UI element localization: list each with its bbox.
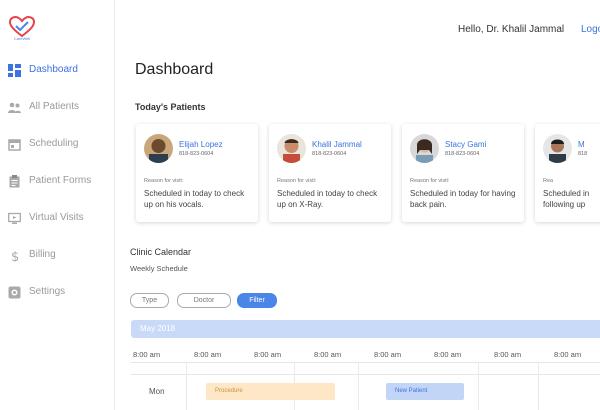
type-filter-button[interactable]: Type: [130, 293, 169, 308]
sidebar-item-label: Settings: [29, 286, 65, 297]
time-slot-label: 8:00 am: [133, 350, 160, 359]
time-slot-label: 8:00 am: [434, 350, 461, 359]
calendar-title: Clinic Calendar: [130, 247, 191, 257]
patient-name[interactable]: Khalil Jammal: [312, 140, 362, 149]
reason-label: Reason for visit:: [277, 178, 316, 184]
sidebar-item-all-patients[interactable]: All Patients: [0, 98, 114, 118]
avatar: [144, 134, 173, 163]
heart-logo-icon: [9, 16, 35, 38]
patient-photo-icon: [543, 134, 572, 163]
sidebar-item-label: All Patients: [29, 101, 79, 112]
reason-label: Reason for visit:: [410, 178, 449, 184]
time-slot-label: 8:00 am: [194, 350, 221, 359]
user-greeting: Hello, Dr. Khalil Jammal: [458, 24, 564, 35]
reason-label: Rea: [543, 178, 553, 184]
logo-text: CareWell: [9, 36, 35, 41]
patient-phone: 818-823-0604: [179, 151, 213, 157]
gear-icon: [8, 286, 21, 299]
month-label: May 2018: [140, 324, 175, 333]
logo[interactable]: CareWell: [9, 16, 35, 46]
page-title: Dashboard: [135, 61, 213, 79]
sidebar-item-billing[interactable]: $ Billing: [0, 246, 114, 266]
clipboard-icon: [8, 175, 21, 188]
sidebar: CareWell Dashboard All Patients Scheduli…: [0, 0, 115, 410]
logout-link[interactable]: Logo: [581, 24, 600, 35]
patient-phone: 818-823-0604: [445, 151, 479, 157]
patient-name[interactable]: Elijah Lopez: [179, 140, 223, 149]
reason-label: Reason for visit:: [144, 178, 183, 184]
time-slot-label: 8:00 am: [374, 350, 401, 359]
calendar-event-new-patient[interactable]: New Patient: [386, 383, 464, 400]
day-label: Mon: [149, 387, 165, 396]
sidebar-item-label: Patient Forms: [29, 175, 91, 186]
time-slot-label: 8:00 am: [314, 350, 341, 359]
patient-card[interactable]: Stacy Gami 818-823-0604 Reason for visit…: [402, 124, 524, 222]
sidebar-item-scheduling[interactable]: Scheduling: [0, 135, 114, 155]
dollar-icon: $: [8, 249, 21, 262]
patient-photo-icon: [144, 134, 173, 163]
patient-photo-icon: [410, 134, 439, 163]
time-slot-label: 8:00 am: [494, 350, 521, 359]
sidebar-item-label: Virtual Visits: [29, 212, 84, 223]
sidebar-item-virtual-visits[interactable]: Virtual Visits: [0, 209, 114, 229]
sidebar-item-label: Billing: [29, 249, 56, 260]
svg-text:$: $: [11, 250, 19, 262]
calendar-subtitle: Weekly Schedule: [130, 264, 188, 273]
calendar-grid-line: [131, 362, 600, 363]
patients-icon: [8, 101, 21, 114]
sidebar-item-settings[interactable]: Settings: [0, 283, 114, 303]
video-icon: [8, 212, 21, 225]
reason-text: Scheduled in today to check up on his vo…: [144, 188, 254, 210]
patient-phone: 818-823-0604: [312, 151, 346, 157]
calendar-grid-line: [538, 362, 539, 410]
time-slot-label: 8:00 am: [254, 350, 281, 359]
patient-card[interactable]: Khalil Jammal 818-823-0604 Reason for vi…: [269, 124, 391, 222]
avatar: [410, 134, 439, 163]
patient-name[interactable]: Stacy Gami: [445, 140, 486, 149]
time-slot-label: 8:00 am: [554, 350, 581, 359]
calendar-grid-line: [478, 362, 479, 410]
todays-patients-title: Today's Patients: [135, 102, 206, 112]
calendar-grid-line: [186, 362, 187, 410]
reason-text: Scheduled in today to check up on X-Ray.: [277, 188, 387, 210]
sidebar-item-label: Scheduling: [29, 138, 78, 149]
calendar-event-procedure[interactable]: Procedure: [206, 383, 335, 400]
avatar: [277, 134, 306, 163]
patient-card[interactable]: M 818 Rea Scheduled in following up: [535, 124, 600, 222]
calendar-grid-line: [131, 374, 600, 375]
patient-name[interactable]: M: [578, 140, 585, 149]
patient-photo-icon: [277, 134, 306, 163]
sidebar-item-dashboard[interactable]: Dashboard: [0, 61, 114, 81]
calendar-grid-line: [358, 362, 359, 410]
reason-text: Scheduled in today for having back pain.: [410, 188, 520, 210]
filter-button[interactable]: Filter: [237, 293, 277, 308]
month-header: May 2018: [131, 320, 600, 338]
sidebar-item-label: Dashboard: [29, 64, 78, 75]
patient-card[interactable]: Elijah Lopez 818-823-0604 Reason for vis…: [136, 124, 258, 222]
avatar: [543, 134, 572, 163]
dashboard-icon: [8, 64, 21, 77]
calendar-icon: [8, 138, 21, 151]
sidebar-item-patient-forms[interactable]: Patient Forms: [0, 172, 114, 192]
patient-phone: 818: [578, 151, 587, 157]
reason-text: Scheduled in following up: [543, 188, 600, 210]
doctor-filter-button[interactable]: Doctor: [177, 293, 231, 308]
